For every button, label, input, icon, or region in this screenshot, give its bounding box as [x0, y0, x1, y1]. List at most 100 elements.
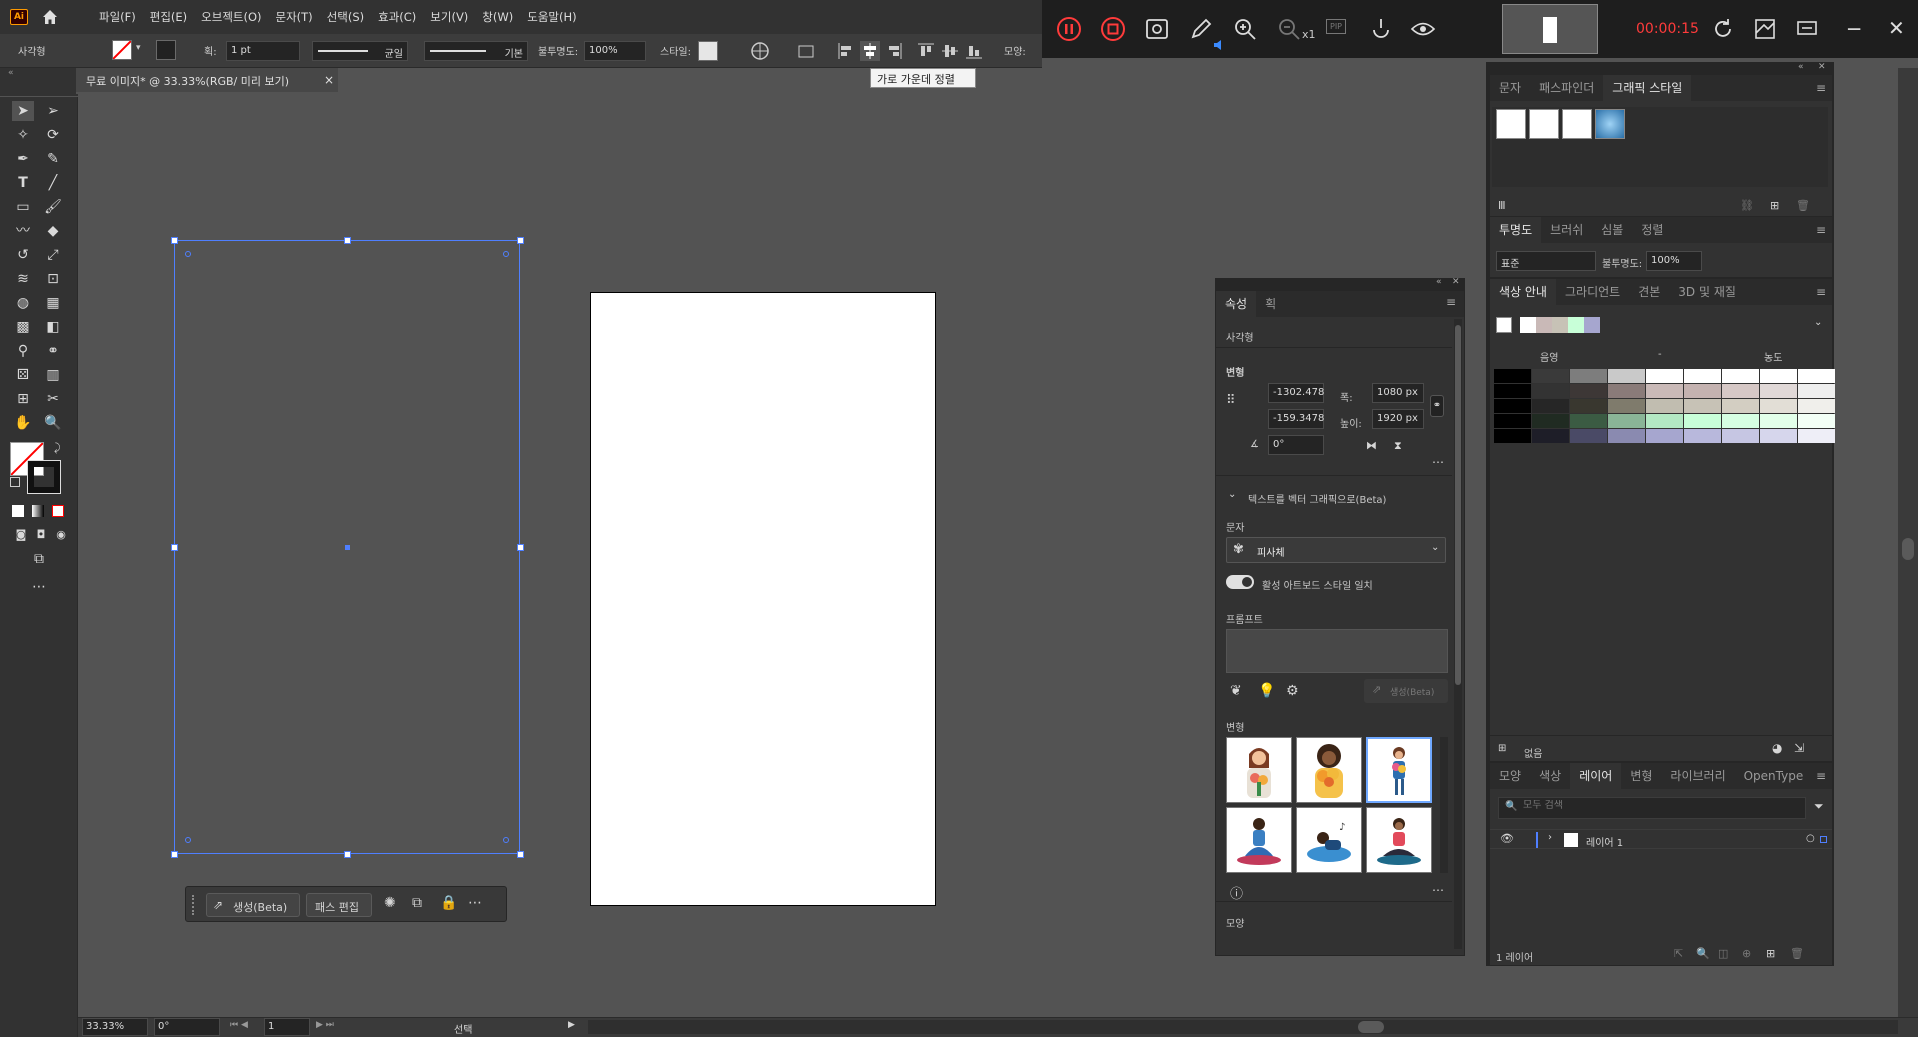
- pen-tool-icon[interactable]: ✒: [12, 149, 34, 169]
- suggestion-icon[interactable]: 💡: [1258, 683, 1275, 699]
- panel-close-icon[interactable]: ✕: [1452, 277, 1460, 287]
- align-right-icon[interactable]: [884, 41, 904, 61]
- color-swatch[interactable]: [1532, 399, 1569, 413]
- draw-inside-icon[interactable]: ◉: [50, 525, 72, 545]
- color-swatch[interactable]: [1646, 414, 1683, 428]
- subject-dropdown[interactable]: ✾ 피사체 ⌄: [1226, 537, 1446, 563]
- color-swatch[interactable]: [1608, 429, 1645, 443]
- default-colors-icon[interactable]: [10, 477, 20, 487]
- color-swatch[interactable]: [1570, 414, 1607, 428]
- color-swatch[interactable]: [1570, 384, 1607, 398]
- locate-object-icon[interactable]: 🔍: [1696, 947, 1710, 960]
- save-color-group-icon[interactable]: ⇲: [1794, 741, 1804, 755]
- export-icon[interactable]: ⇱: [1674, 947, 1683, 960]
- panel-menu-icon[interactable]: ≡: [1816, 223, 1826, 237]
- screen-mode-icon[interactable]: ⧉: [28, 549, 50, 569]
- menu-window[interactable]: 창(W): [475, 9, 520, 25]
- color-swatch[interactable]: [1570, 429, 1607, 443]
- color-swatch[interactable]: [1532, 414, 1569, 428]
- tab-color-guide[interactable]: 색상 안내: [1490, 279, 1556, 305]
- style-match-toggle[interactable]: [1226, 575, 1254, 589]
- menu-type[interactable]: 문자(T): [269, 9, 320, 25]
- corner-widget-bl[interactable]: [185, 837, 191, 843]
- document-tab[interactable]: 무료 이미지* @ 33.33%(RGB/ 미리 보기) ×: [76, 68, 338, 94]
- eraser-tool-icon[interactable]: ◆: [42, 221, 64, 241]
- stroke-weight-field[interactable]: 1 pt: [226, 41, 300, 61]
- scroll-thumb[interactable]: [1455, 325, 1461, 685]
- tab-color[interactable]: 색상: [1530, 763, 1570, 789]
- more-options-icon[interactable]: ⋯: [468, 895, 482, 911]
- tab-3d-materials[interactable]: 3D 및 재질: [1669, 279, 1745, 305]
- tab-opentype[interactable]: OpenType: [1735, 763, 1813, 789]
- expand-chevron-icon[interactable]: ›: [1548, 832, 1552, 843]
- scale-tool-icon[interactable]: ⤢: [42, 245, 64, 265]
- new-sublayer-icon[interactable]: ⊕: [1742, 947, 1751, 960]
- layer-row[interactable]: 👁 › 레이어 1 ○: [1490, 829, 1832, 849]
- color-swatch[interactable]: [1646, 369, 1683, 383]
- color-swatch[interactable]: [1798, 429, 1835, 443]
- gradient-mode-icon[interactable]: [32, 505, 44, 517]
- tab-gradient[interactable]: 그라디언트: [1556, 279, 1629, 305]
- selected-rectangle[interactable]: [171, 237, 524, 858]
- menu-help[interactable]: 도움말(H): [520, 9, 583, 25]
- panel-menu-icon[interactable]: ≡: [1816, 285, 1826, 299]
- new-layer-icon[interactable]: ⊞: [1766, 947, 1775, 960]
- rotate-tool-icon[interactable]: ↺: [12, 245, 34, 265]
- flip-vertical-icon[interactable]: ⧗: [1394, 439, 1402, 453]
- draw-icon[interactable]: [1188, 16, 1214, 42]
- path-edit-button[interactable]: 패스 편집: [306, 893, 372, 917]
- shape-builder-tool-icon[interactable]: ◍: [12, 293, 34, 313]
- tab-pathfinder[interactable]: 패스파인더: [1530, 75, 1603, 101]
- shaper-tool-icon[interactable]: 〰: [12, 221, 34, 241]
- tab-transparency[interactable]: 투명도: [1490, 217, 1542, 243]
- settings-gear-icon[interactable]: ⚙: [1286, 683, 1299, 699]
- style-reference-icon[interactable]: ❦: [1230, 683, 1242, 699]
- stroke-color-icon[interactable]: [27, 460, 61, 494]
- search-field[interactable]: [1523, 800, 1793, 811]
- hand-tool-icon[interactable]: ✋: [12, 413, 34, 433]
- tab-brushes[interactable]: 브러쉬: [1541, 217, 1592, 243]
- handle-middle-left[interactable]: [171, 544, 178, 551]
- slice-tool-icon[interactable]: ✂: [42, 389, 64, 409]
- tab-graphic-styles[interactable]: 그래픽 스타일: [1603, 75, 1692, 101]
- color-swatch[interactable]: [1798, 369, 1835, 383]
- handle-bottom-right[interactable]: [517, 851, 524, 858]
- selection-indicator[interactable]: [1820, 836, 1827, 843]
- color-swatch[interactable]: [1608, 369, 1645, 383]
- last-artboard-icon[interactable]: ▶ ⏭: [316, 1020, 334, 1030]
- tab-libraries[interactable]: 라이브러리: [1661, 763, 1734, 789]
- eye-icon[interactable]: [1410, 16, 1436, 42]
- align-bottom-icon[interactable]: [964, 41, 984, 61]
- menu-view[interactable]: 보기(V): [423, 9, 475, 25]
- handle-bottom-left[interactable]: [171, 851, 178, 858]
- blend-tool-icon[interactable]: ⚭: [42, 341, 64, 361]
- corner-widget-br[interactable]: [503, 837, 509, 843]
- color-swatch[interactable]: [1532, 369, 1569, 383]
- panel-menu-icon[interactable]: ≡: [1446, 295, 1456, 309]
- close-recorder-icon[interactable]: ✕: [1888, 16, 1905, 40]
- delete-layer-icon[interactable]: 🗑: [1790, 947, 1804, 960]
- color-swatch[interactable]: [1608, 414, 1645, 428]
- graph-tool-icon[interactable]: ▥: [42, 365, 64, 385]
- gradient-tool-icon[interactable]: ◧: [42, 317, 64, 337]
- color-swatch[interactable]: [1798, 384, 1835, 398]
- tab-appearance[interactable]: 모양: [1490, 763, 1530, 789]
- target-icon[interactable]: ○: [1806, 833, 1815, 844]
- edit-colors-icon[interactable]: ⊞: [1498, 743, 1506, 754]
- corner-widget-tr[interactable]: [503, 251, 509, 257]
- blend-mode-dropdown[interactable]: 표준: [1496, 251, 1596, 271]
- color-swatch[interactable]: [1494, 384, 1531, 398]
- panel-collapse-icon[interactable]: «: [1436, 277, 1442, 287]
- height-field[interactable]: 1920 px: [1372, 409, 1424, 429]
- color-swatch[interactable]: [1494, 399, 1531, 413]
- collapse-icon[interactable]: «: [8, 68, 14, 78]
- first-artboard-icon[interactable]: ⏮ ◀: [230, 1020, 248, 1030]
- paintbrush-tool-icon[interactable]: 🖌: [42, 197, 64, 217]
- color-swatch[interactable]: [1646, 429, 1683, 443]
- magic-wand-tool-icon[interactable]: ✧: [12, 125, 34, 145]
- variations-scrollbar[interactable]: [1440, 737, 1448, 873]
- color-swatch[interactable]: [1646, 399, 1683, 413]
- align-top-icon[interactable]: [916, 41, 936, 61]
- generate-button[interactable]: ⇗ 생성(Beta): [1364, 679, 1448, 703]
- horizontal-scrollbar[interactable]: [588, 1020, 1898, 1034]
